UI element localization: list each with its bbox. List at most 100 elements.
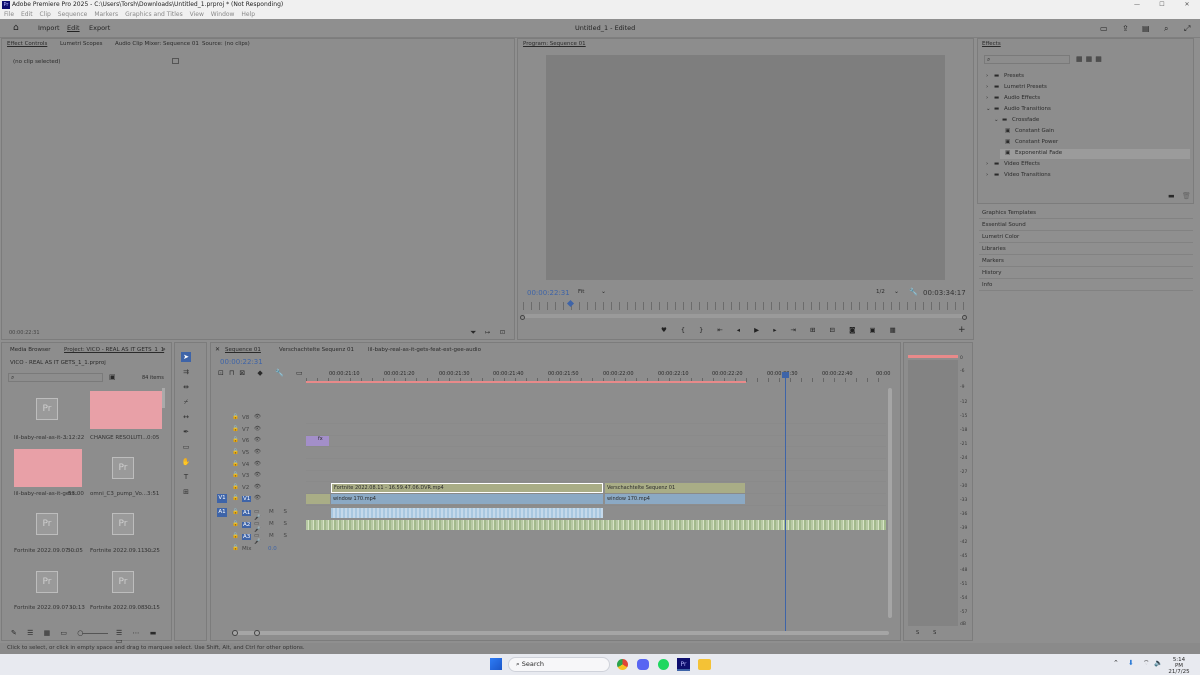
hand-tool-icon[interactable]: ✋ xyxy=(181,457,191,467)
meter-solo-buttons[interactable]: SS xyxy=(916,630,950,636)
menu-file[interactable]: File xyxy=(4,11,14,18)
lock-icon[interactable]: 🔒 xyxy=(232,521,239,527)
ripple-edit-tool-icon[interactable]: ⇹ xyxy=(181,382,191,392)
home-icon[interactable]: ⌂ xyxy=(13,19,19,38)
video-clip-v1-second[interactable]: window 170.mp4 xyxy=(605,494,745,504)
lock-icon[interactable]: 🔒 xyxy=(232,461,239,467)
tree-chevron-icon[interactable]: › xyxy=(986,161,988,167)
effects-audio-transitions[interactable]: Audio Transitions xyxy=(1004,106,1051,112)
eye-icon[interactable]: 👁 xyxy=(254,449,261,455)
menu-help[interactable]: Help xyxy=(241,11,255,18)
lock-icon[interactable]: 🔒 xyxy=(232,426,239,432)
effects-video-effects[interactable]: Video Effects xyxy=(1004,161,1040,167)
tree-expanded-icon[interactable]: ⌄ xyxy=(986,106,991,112)
track-select-tool-icon[interactable]: ⇉ xyxy=(181,367,191,377)
bin-icon[interactable]: ▣ xyxy=(109,373,116,381)
effects-filter-icons[interactable]: ▦▦▦ xyxy=(1076,55,1105,63)
eye-icon[interactable]: 👁 xyxy=(254,484,261,490)
project-item-name[interactable]: Fortnite 2022.09.07 -... xyxy=(14,605,78,611)
menu-markers[interactable]: Markers xyxy=(94,11,118,18)
audio-clip-a2[interactable] xyxy=(306,520,886,530)
tab-audio-sequence[interactable]: lil-baby-real-as-it-gets-feat-est-gee-au… xyxy=(368,345,481,356)
zoom-chevron-down-icon[interactable]: ⌄ xyxy=(601,288,606,295)
export-frame-icon[interactable]: ↦ xyxy=(485,329,490,336)
eye-icon[interactable]: 👁 xyxy=(254,414,261,420)
wrench-icon[interactable]: 🔧 xyxy=(909,288,918,296)
mix-volume-value[interactable]: 0.0 xyxy=(268,546,277,552)
effects-crossfade[interactable]: Crossfade xyxy=(1012,117,1039,123)
timeline-timecode[interactable]: 00:00:22:31 xyxy=(220,358,263,366)
track-header-v3[interactable]: 🔒 V3 👁 xyxy=(212,471,306,482)
razor-tool-icon[interactable]: ⌿ xyxy=(181,397,191,407)
tab-project[interactable]: Project: VICO - REAL AS IT GETS_1_1 xyxy=(64,345,164,356)
rectangle-tool-icon[interactable]: ▭ xyxy=(181,442,191,452)
tree-chevron-icon[interactable]: › xyxy=(986,172,988,178)
hscroll-right-handle[interactable] xyxy=(254,630,260,636)
lock-icon[interactable]: 🔒 xyxy=(232,509,239,515)
project-scrollbar[interactable] xyxy=(162,388,165,408)
program-ruler[interactable] xyxy=(523,302,968,310)
tab-nested-sequence[interactable]: Verschachtelte Sequenz 01 xyxy=(279,345,354,356)
nested-sequence-clip[interactable]: Verschachtelte Sequenz 01 xyxy=(605,483,745,493)
minimize-icon[interactable]: — xyxy=(1125,0,1149,10)
maximize-icon[interactable]: ☐ xyxy=(1150,0,1174,10)
tree-chevron-icon[interactable]: › xyxy=(986,84,988,90)
menu-graphics[interactable]: Graphics and Titles xyxy=(125,11,183,18)
volume-icon[interactable]: 🔈 xyxy=(1154,659,1163,667)
edit-tab[interactable]: Edit xyxy=(67,19,80,38)
transport-controls[interactable]: ♥ { } ⇤ ◂ ▶ ▸ ⇥ ⊞ ⊟ ◙ ▣ ▦ xyxy=(661,326,902,334)
lock-icon[interactable]: 🔒 xyxy=(232,533,239,539)
premiere-taskbar-icon[interactable]: Pr xyxy=(677,658,690,671)
lock-icon[interactable]: 🔒 xyxy=(232,414,239,420)
close-sequence-icon[interactable]: ✕ xyxy=(215,346,220,353)
project-thumbnail[interactable] xyxy=(14,449,82,487)
menu-edit[interactable]: Edit xyxy=(21,11,33,18)
effects-video-transitions[interactable]: Video Transitions xyxy=(1004,172,1051,178)
timeline-vertical-scrollbar[interactable] xyxy=(888,388,892,618)
resolution-select[interactable]: 1/2 xyxy=(876,289,885,295)
pen-tool-icon[interactable]: ✒ xyxy=(181,427,191,437)
link-history[interactable]: History xyxy=(979,267,1193,279)
link-markers[interactable]: Markers xyxy=(979,255,1193,267)
project-item-name[interactable]: CHANGE RESOLUTI... xyxy=(90,435,148,441)
purple-clip[interactable]: fx xyxy=(306,436,329,446)
project-item-name[interactable]: lil-baby-real-as-it-... xyxy=(14,435,68,441)
effects-constant-power[interactable]: Constant Power xyxy=(1015,139,1058,145)
eye-icon[interactable]: 👁 xyxy=(254,437,261,443)
panel-menu-icon[interactable] xyxy=(172,58,179,64)
settings-icon[interactable]: ⊡ xyxy=(500,329,505,336)
export-tab[interactable]: Export xyxy=(89,19,110,38)
lock-icon[interactable]: 🔒 xyxy=(232,545,239,551)
playhead-handle[interactable] xyxy=(782,372,789,378)
search-icon[interactable]: ⌕ xyxy=(1164,19,1168,38)
project-search-input[interactable]: ⌕ xyxy=(8,373,103,382)
tab-effects[interactable]: Effects xyxy=(982,39,1001,50)
track-header-v4[interactable]: 🔒 V4 👁 xyxy=(212,460,306,471)
project-item-name[interactable]: omni_C3_pump_Vo... xyxy=(90,491,147,497)
eye-icon[interactable]: 👁 xyxy=(254,461,261,467)
source-patch-v1[interactable]: V1 xyxy=(217,494,227,503)
link-essential-sound[interactable]: Essential Sound xyxy=(979,219,1193,231)
menu-view[interactable]: View xyxy=(190,11,204,18)
video-clip-v1[interactable]: window 170.mp4 xyxy=(331,494,603,504)
effects-search-input[interactable]: ⌕ xyxy=(984,55,1070,64)
eye-icon[interactable]: 👁 xyxy=(254,472,261,478)
start-icon[interactable] xyxy=(490,658,502,670)
chrome-icon[interactable] xyxy=(617,659,628,670)
tab-source[interactable]: Source: (no clips) xyxy=(202,39,250,50)
track-header-v6[interactable]: 🔒 V6 👁 xyxy=(212,436,306,447)
add-button-icon[interactable]: + xyxy=(958,325,966,335)
type-tool-icon[interactable]: T xyxy=(181,472,191,482)
close-icon[interactable]: ✕ xyxy=(1175,0,1199,10)
tab-lumetri-scopes[interactable]: Lumetri Scopes xyxy=(60,39,103,50)
track-header-v8[interactable]: 🔒 V8 👁 xyxy=(212,413,306,424)
timeline-settings-toolbar[interactable]: ⊡⊓⊠ ◆ 🔧 ▭ xyxy=(218,369,308,377)
project-bottom-toolbar[interactable]: ✎ ☰ ▦ ▭ ○ xyxy=(11,629,87,637)
link-graphics-templates[interactable]: Graphics Templates xyxy=(979,207,1193,219)
tree-expanded-icon[interactable]: ⌄ xyxy=(994,117,999,123)
lock-icon[interactable]: 🔒 xyxy=(232,472,239,478)
filter-icon[interactable]: ⏷ xyxy=(470,328,476,338)
zoom-bar-left-handle[interactable] xyxy=(520,315,525,320)
lock-icon[interactable]: 🔒 xyxy=(232,437,239,443)
wifi-icon[interactable]: ⌔ xyxy=(1143,659,1150,668)
